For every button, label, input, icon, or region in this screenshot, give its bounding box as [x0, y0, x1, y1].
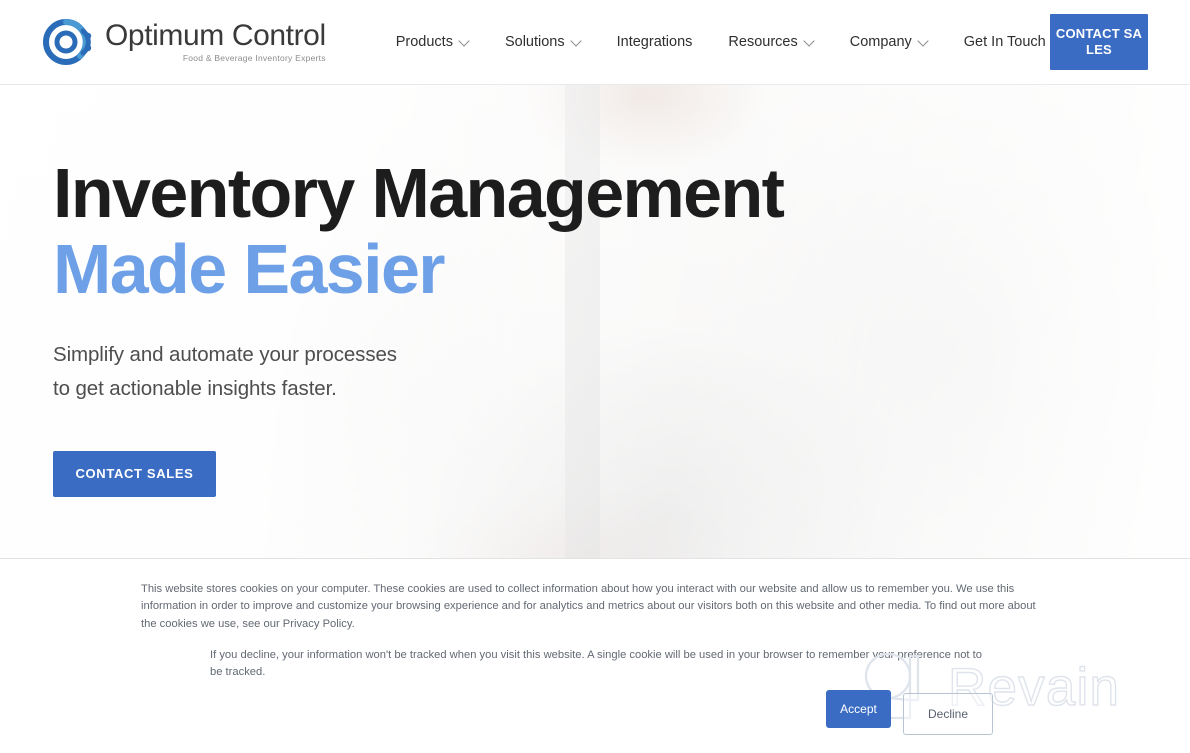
nav-item-solutions[interactable]: Solutions	[487, 24, 599, 60]
optimum-control-logo-icon	[42, 15, 96, 69]
logo-wordmark: Optimum Control	[105, 18, 326, 52]
logo-tagline: Food & Beverage Inventory Experts	[182, 53, 326, 64]
nav-item-products[interactable]: Products	[378, 24, 487, 60]
cookie-decline-button[interactable]: Decline	[903, 693, 993, 735]
nav-label: Company	[849, 34, 912, 50]
hero-subheading-line-2: to get actionable insights faster.	[53, 377, 337, 401]
page-root: Optimum Control Food & Beverage Inventor…	[0, 0, 1190, 753]
nav-label: Resources	[728, 34, 798, 50]
hero-contact-sales-button[interactable]: CONTACT SALES	[53, 450, 216, 497]
cookie-paragraph-1: This website stores cookies on your comp…	[141, 583, 1036, 630]
cookie-text-group: This website stores cookies on your comp…	[141, 581, 1051, 681]
nav-item-company[interactable]: Company	[832, 24, 946, 60]
hero-heading-line-1: Inventory Management	[53, 154, 785, 232]
hero-section: Inventory Management Made Easier Simplif…	[0, 85, 1190, 558]
nav-label: Integrations	[616, 34, 693, 50]
main-navigation: Products Solutions Integrations Resource…	[378, 24, 1080, 60]
cookie-consent-banner: This website stores cookies on your comp…	[0, 558, 1190, 753]
hero-subheading: Simplify and automate your processes to …	[53, 338, 783, 407]
header-contact-sales-button[interactable]: CONTACT SALES	[1050, 14, 1148, 70]
chevron-down-icon	[572, 37, 581, 46]
nav-label: Products	[395, 34, 453, 50]
cookie-banner-actions: Accept Decline	[826, 690, 993, 735]
hero-subheading-line-1: Simplify and automate your processes	[53, 343, 397, 366]
chevron-down-icon	[460, 37, 469, 46]
cookie-accept-button[interactable]: Accept	[826, 690, 891, 728]
cookie-paragraph-2: If you decline, your information won't b…	[210, 648, 982, 678]
chevron-down-icon	[805, 37, 814, 46]
nav-label: Solutions	[504, 34, 565, 50]
chevron-down-icon	[919, 37, 928, 46]
nav-item-integrations[interactable]: Integrations	[599, 24, 711, 60]
nav-label: Get In Touch	[963, 34, 1046, 50]
logo-text-group: Optimum Control Food & Beverage Inventor…	[105, 18, 326, 64]
site-logo[interactable]: Optimum Control Food & Beverage Inventor…	[42, 11, 326, 73]
hero-heading-line-2: Made Easier	[53, 230, 446, 308]
hero-content: Inventory Management Made Easier Simplif…	[53, 154, 785, 497]
site-header: Optimum Control Food & Beverage Inventor…	[0, 0, 1190, 85]
nav-item-resources[interactable]: Resources	[710, 24, 831, 60]
